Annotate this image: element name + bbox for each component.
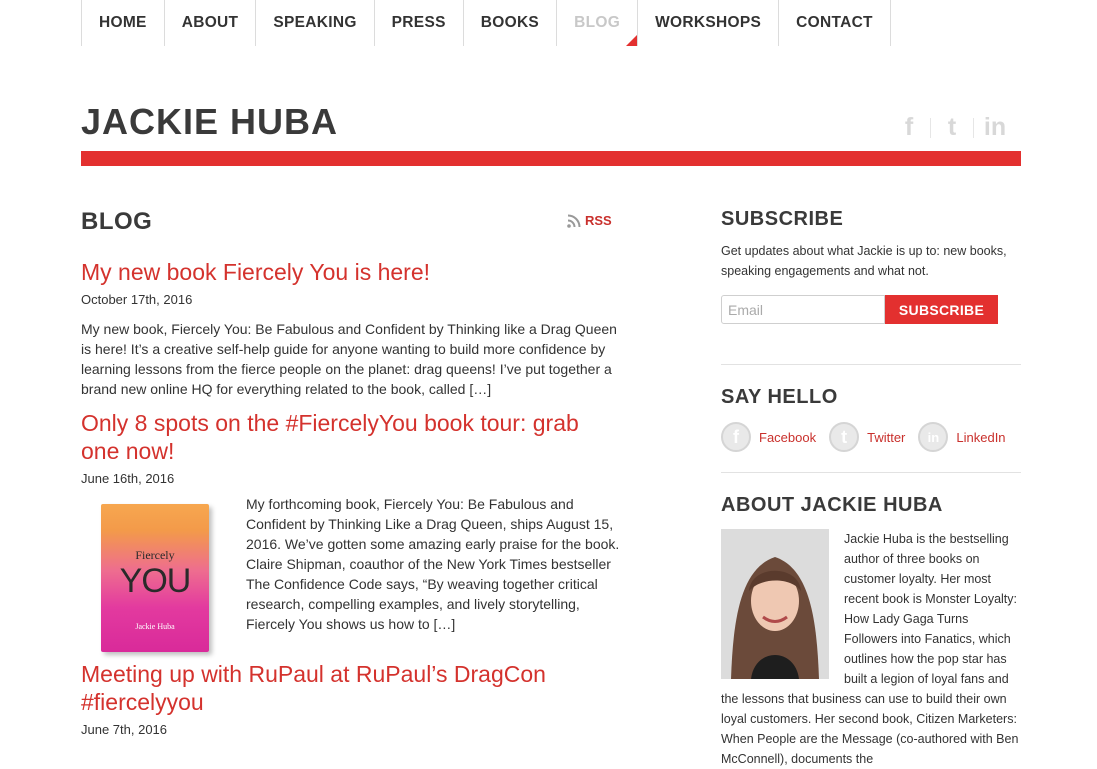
post-excerpt: My forthcoming book, Fiercely You: Be Fa… [246, 496, 620, 632]
facebook-icon: f [721, 422, 751, 452]
blog-post: Meeting up with RuPaul at RuPaul’s DragC… [81, 660, 621, 737]
header-accent-bar [81, 151, 1021, 166]
post-title[interactable]: Only 8 spots on the #FiercelyYou book to… [81, 409, 621, 465]
sidebar-divider [721, 472, 1021, 473]
site-title[interactable]: JACKIE HUBA [81, 101, 338, 143]
say-hello-links: f Facebook t Twitter in LinkedIn [721, 422, 1021, 452]
main-content: BLOG RSS My new book Fiercely You is her… [81, 200, 621, 737]
book-author: Jackie Huba [135, 622, 175, 631]
book-title-main: YOU [119, 562, 192, 600]
hello-linkedin-link[interactable]: in LinkedIn [918, 422, 1006, 452]
nav-blog[interactable]: BLOG [556, 0, 638, 46]
social-divider [930, 117, 931, 138]
rss-icon [567, 214, 581, 228]
post-date: June 16th, 2016 [81, 471, 175, 486]
nav-about[interactable]: ABOUT [163, 0, 256, 46]
blog-post: Only 8 spots on the #FiercelyYou book to… [81, 409, 621, 652]
post-date: June 7th, 2016 [81, 722, 168, 737]
post-title[interactable]: My new book Fiercely You is here! [81, 258, 621, 286]
author-portrait [721, 529, 829, 679]
header-social-links: f t in [893, 113, 1011, 142]
top-nav: HOME ABOUT SPEAKING PRESS BOOKS BLOG WOR… [81, 0, 891, 46]
nav-workshops[interactable]: WORKSHOPS [637, 0, 778, 46]
subscribe-form: SUBSCRIBE [721, 295, 1021, 324]
linkedin-icon[interactable]: in [979, 113, 1011, 142]
rss-link[interactable]: RSS [567, 213, 612, 228]
nav-speaking[interactable]: SPEAKING [255, 0, 373, 46]
twitter-icon: t [829, 422, 860, 452]
subscribe-heading: SUBSCRIBE [721, 208, 844, 230]
about-section: Jackie Huba is the bestselling author of… [721, 529, 1021, 769]
post-date: October 17th, 2016 [81, 292, 193, 307]
hello-link-label: LinkedIn [956, 429, 1006, 445]
hello-twitter-link[interactable]: t Twitter [829, 422, 905, 452]
email-field[interactable] [721, 295, 885, 324]
book-cover-image[interactable]: Fiercely YOU Jackie Huba [81, 500, 217, 652]
hello-link-label: Twitter [867, 429, 906, 445]
linkedin-icon: in [918, 422, 949, 452]
hello-facebook-link[interactable]: f Facebook [721, 422, 816, 452]
facebook-icon[interactable]: f [893, 113, 925, 142]
blog-post: My new book Fiercely You is here! Octobe… [81, 258, 621, 399]
page-title: BLOG [81, 208, 153, 235]
post-excerpt: My new book, Fiercely You: Be Fabulous a… [81, 321, 617, 397]
nav-books[interactable]: BOOKS [462, 0, 556, 46]
rss-label: RSS [585, 213, 612, 228]
about-heading: ABOUT JACKIE HUBA [721, 494, 943, 516]
post-title[interactable]: Meeting up with RuPaul at RuPaul’s DragC… [81, 660, 621, 716]
sidebar: SUBSCRIBE Get updates about what Jackie … [721, 200, 1021, 769]
say-hello-heading: SAY HELLO [721, 386, 838, 408]
subscribe-text: Get updates about what Jackie is up to: … [721, 244, 1007, 278]
twitter-icon[interactable]: t [936, 113, 968, 142]
subscribe-button[interactable]: SUBSCRIBE [885, 295, 998, 324]
book-title-word: Fiercely [135, 548, 175, 562]
post-body: Fiercely YOU Jackie Huba My forthcoming … [81, 496, 621, 652]
nav-press[interactable]: PRESS [373, 0, 463, 46]
hello-link-label: Facebook [759, 429, 817, 445]
nav-home[interactable]: HOME [81, 0, 164, 46]
social-divider [973, 117, 974, 138]
sidebar-divider [721, 364, 1021, 365]
nav-contact[interactable]: CONTACT [778, 0, 891, 46]
